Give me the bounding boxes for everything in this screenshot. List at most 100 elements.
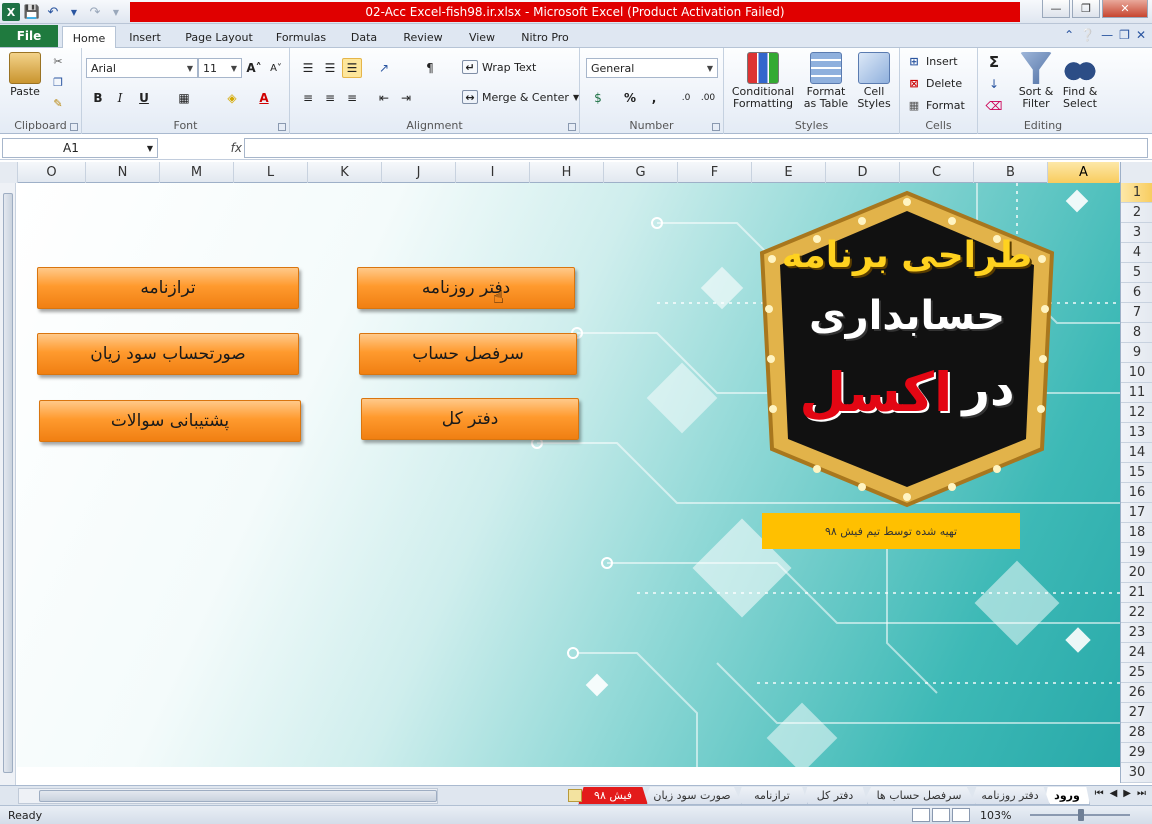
chevron-down-icon[interactable]: ▼ — [65, 3, 83, 21]
column-header-m[interactable]: M — [159, 162, 233, 183]
row-header-4[interactable]: 4 — [1121, 243, 1152, 263]
formula-input[interactable] — [244, 138, 1148, 158]
account-headings-button[interactable]: سرفصل حساب — [359, 333, 577, 375]
help-icon[interactable]: ❔ — [1080, 28, 1095, 42]
row-header-15[interactable]: 15 — [1121, 463, 1152, 483]
normal-view-icon[interactable] — [912, 808, 930, 822]
income-statement-button[interactable]: صورتحساب سود زیان — [37, 333, 299, 375]
tab-review[interactable]: Review — [396, 27, 450, 48]
autosum-icon[interactable]: Σ — [984, 52, 1004, 72]
faq-support-button[interactable]: پشتیبانی سوالات — [39, 400, 301, 442]
row-header-21[interactable]: 21 — [1121, 583, 1152, 603]
column-header-h[interactable]: H — [529, 162, 603, 183]
minimize-icon[interactable]: — — [1101, 28, 1113, 42]
row-header-29[interactable]: 29 — [1121, 743, 1152, 763]
font-name-combo[interactable]: Arial ▼ — [86, 58, 198, 78]
tab-view[interactable]: View — [460, 27, 504, 48]
row-header-20[interactable]: 20 — [1121, 563, 1152, 583]
column-header-i[interactable]: I — [455, 162, 529, 183]
chevron-up-icon[interactable]: ⌃ — [1064, 28, 1074, 42]
align-center-icon[interactable]: ≡ — [320, 88, 340, 108]
dialog-launcher-icon[interactable] — [70, 123, 78, 131]
journal-button[interactable]: دفتر روزنامه — [357, 267, 575, 309]
row-header-23[interactable]: 23 — [1121, 623, 1152, 643]
last-sheet-icon[interactable]: ⏭ — [1137, 788, 1146, 799]
row-header-30[interactable]: 30 — [1121, 763, 1152, 783]
column-header-o[interactable]: O — [17, 162, 85, 183]
dialog-launcher-icon[interactable] — [278, 123, 286, 131]
increase-decimal-icon[interactable]: .0 — [676, 88, 696, 108]
decrease-indent-icon[interactable]: ⇤ — [374, 88, 394, 108]
sheet-tab[interactable]: صورت سود زیان — [642, 787, 742, 805]
sheet-tab[interactable]: دفتر روزنامه — [970, 787, 1050, 805]
underline-button[interactable]: U — [134, 88, 154, 108]
column-header-a[interactable]: A — [1047, 162, 1119, 183]
tab-nitro-pro[interactable]: Nitro Pro — [512, 27, 578, 48]
zoom-slider-thumb[interactable] — [1078, 809, 1084, 821]
format-as-table-button[interactable]: Format as Table — [800, 52, 852, 110]
save-icon[interactable]: 💾 — [23, 3, 41, 21]
column-header-d[interactable]: D — [825, 162, 899, 183]
restore-icon[interactable]: ❐ — [1119, 28, 1130, 42]
row-header-3[interactable]: 3 — [1121, 223, 1152, 243]
sheet-canvas[interactable]: ترازنامه دفتر روزنامه صورتحساب سود زیان … — [17, 183, 1120, 767]
merge-center-button[interactable]: ↔ Merge & Center ▼ — [462, 90, 579, 104]
dialog-launcher-icon[interactable] — [568, 123, 576, 131]
fx-icon[interactable]: fx — [231, 141, 242, 155]
prev-sheet-icon[interactable]: ◀ — [1110, 788, 1118, 799]
row-header-10[interactable]: 10 — [1121, 363, 1152, 383]
tab-home[interactable]: Home — [62, 26, 116, 49]
increase-indent-icon[interactable]: ⇥ — [396, 88, 416, 108]
row-header-5[interactable]: 5 — [1121, 263, 1152, 283]
row-header-2[interactable]: 2 — [1121, 203, 1152, 223]
number-format-combo[interactable]: General ▼ — [586, 58, 718, 78]
comma-button[interactable]: , — [644, 88, 664, 108]
sort-filter-button[interactable]: Sort & Filter — [1016, 52, 1056, 110]
scrollbar-thumb[interactable] — [3, 193, 13, 773]
row-header-26[interactable]: 26 — [1121, 683, 1152, 703]
row-header-11[interactable]: 11 — [1121, 383, 1152, 403]
column-header-l[interactable]: L — [233, 162, 307, 183]
next-sheet-icon[interactable]: ▶ — [1123, 788, 1131, 799]
fill-icon[interactable]: ↓ — [984, 74, 1004, 94]
row-header-8[interactable]: 8 — [1121, 323, 1152, 343]
minimize-icon[interactable]: — — [1042, 0, 1070, 18]
cell-styles-button[interactable]: Cell Styles — [852, 52, 896, 110]
format-cells-button[interactable]: ▦ Format — [906, 98, 965, 112]
row-header-14[interactable]: 14 — [1121, 443, 1152, 463]
page-break-view-icon[interactable] — [952, 808, 970, 822]
zoom-level[interactable]: 103% — [980, 809, 1011, 822]
name-box[interactable]: A1 ▼ — [2, 138, 158, 158]
percent-button[interactable]: % — [620, 88, 640, 108]
column-header-f[interactable]: F — [677, 162, 751, 183]
redo-icon[interactable]: ↷ — [86, 3, 104, 21]
scrollbar-thumb[interactable] — [39, 790, 437, 802]
decrease-decimal-icon[interactable]: .00 — [698, 88, 718, 108]
sheet-tab[interactable]: ترازنامه — [736, 787, 808, 805]
row-header-12[interactable]: 12 — [1121, 403, 1152, 423]
chevron-down-icon[interactable]: ▼ — [107, 3, 125, 21]
row-header-13[interactable]: 13 — [1121, 423, 1152, 443]
clear-icon[interactable]: ⌫ — [984, 96, 1004, 116]
align-middle-icon[interactable]: ☰ — [320, 58, 340, 78]
font-size-combo[interactable]: 11 ▼ — [198, 58, 242, 78]
page-layout-view-icon[interactable] — [932, 808, 950, 822]
sheet-tab[interactable]: سرفصل حساب ها — [862, 787, 976, 805]
italic-button[interactable]: I — [110, 88, 130, 108]
row-header-1[interactable]: 1 — [1121, 183, 1152, 203]
wrap-text-button[interactable]: ↵ Wrap Text — [462, 60, 536, 74]
borders-icon[interactable]: ▦ — [174, 88, 194, 108]
column-header-k[interactable]: K — [307, 162, 381, 183]
row-header-19[interactable]: 19 — [1121, 543, 1152, 563]
tab-page-layout[interactable]: Page Layout — [178, 27, 260, 48]
fill-color-icon[interactable]: ◈ — [222, 88, 242, 108]
find-select-button[interactable]: Find & Select — [1058, 52, 1102, 110]
sheet-tab[interactable]: ورود — [1044, 787, 1090, 805]
column-header-c[interactable]: C — [899, 162, 973, 183]
conditional-formatting-button[interactable]: Conditional Formatting — [730, 52, 796, 110]
select-all-corner[interactable] — [1120, 162, 1152, 183]
column-header-e[interactable]: E — [751, 162, 825, 183]
format-painter-button[interactable]: ✎ — [50, 96, 66, 110]
sheet-tab[interactable]: دفتر کل — [802, 787, 868, 805]
row-header-16[interactable]: 16 — [1121, 483, 1152, 503]
